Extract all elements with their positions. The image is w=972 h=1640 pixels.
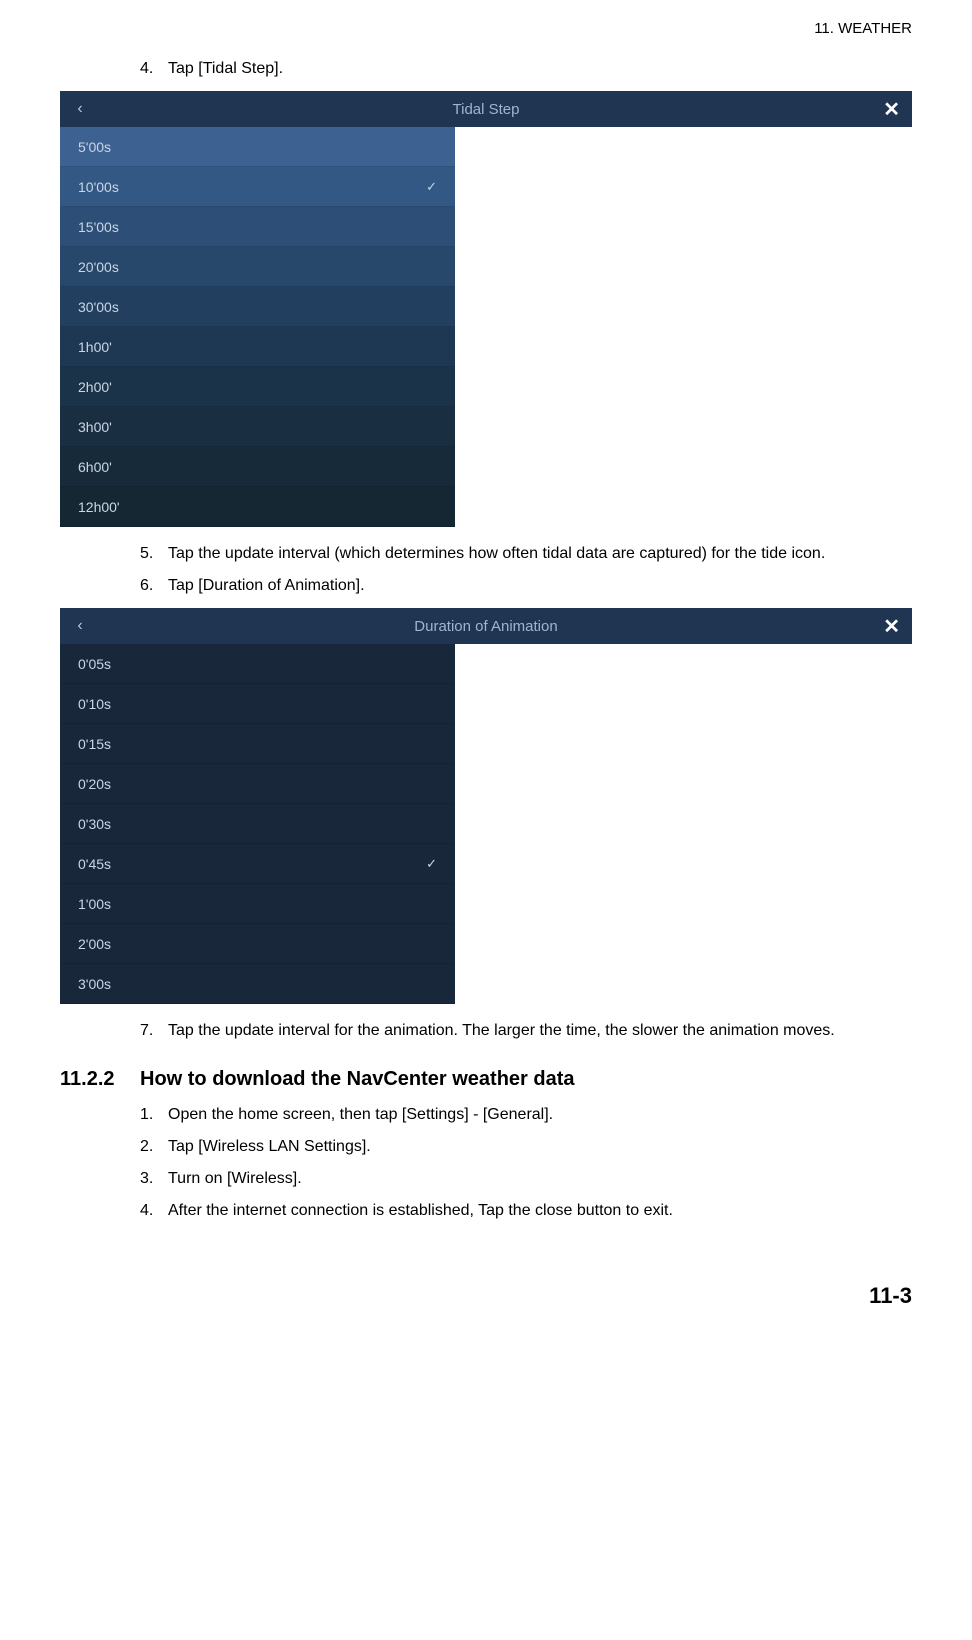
step-number: 6. xyxy=(140,574,168,598)
back-icon[interactable]: ‹ xyxy=(60,617,100,635)
list-item[interactable]: 0'15s xyxy=(60,724,455,764)
step-text: Open the home screen, then tap [Settings… xyxy=(168,1103,912,1127)
item-label: 5'00s xyxy=(78,139,111,155)
tidal-option-list: 5'00s 10'00s ✓ 15'00s 20'00s 30'00s 1h00… xyxy=(60,127,455,527)
step-text: Tap [Wireless LAN Settings]. xyxy=(168,1135,912,1159)
checkmark-icon: ✓ xyxy=(426,856,437,872)
step-text: Tap [Duration of Animation]. xyxy=(168,574,912,598)
panel-header: ‹ Duration of Animation ✕ xyxy=(60,608,912,644)
step-number: 4. xyxy=(140,1199,168,1223)
list-item[interactable]: 2'00s xyxy=(60,924,455,964)
list-item[interactable]: 0'45s ✓ xyxy=(60,844,455,884)
instruction-step: 3. Turn on [Wireless]. xyxy=(140,1167,912,1191)
item-label: 1'00s xyxy=(78,896,111,912)
step-text: Tap the update interval (which determine… xyxy=(168,542,912,566)
item-label: 0'05s xyxy=(78,656,111,672)
list-item[interactable]: 1'00s xyxy=(60,884,455,924)
list-item[interactable]: 0'30s xyxy=(60,804,455,844)
list-item[interactable]: 30'00s xyxy=(60,287,455,327)
list-item[interactable]: 12h00' xyxy=(60,487,455,527)
item-label: 2'00s xyxy=(78,936,111,952)
item-label: 10'00s xyxy=(78,179,119,195)
section-heading: 11.2.2 How to download the NavCenter wea… xyxy=(60,1068,912,1091)
list-item[interactable]: 15'00s xyxy=(60,207,455,247)
item-label: 30'00s xyxy=(78,299,119,315)
page-number: 11-3 xyxy=(60,1283,912,1309)
item-label: 12h00' xyxy=(78,499,120,515)
item-label: 6h00' xyxy=(78,459,112,475)
item-label: 0'30s xyxy=(78,816,111,832)
steps-block-b: 5. Tap the update interval (which determ… xyxy=(60,542,912,598)
item-label: 0'20s xyxy=(78,776,111,792)
section-number: 11.2.2 xyxy=(60,1068,140,1091)
step-text: After the internet connection is establi… xyxy=(168,1199,912,1223)
step-text: Tap [Tidal Step]. xyxy=(168,57,912,81)
instruction-step: 1. Open the home screen, then tap [Setti… xyxy=(140,1103,912,1127)
instruction-step: 6. Tap [Duration of Animation]. xyxy=(140,574,912,598)
instruction-step: 4. Tap [Tidal Step]. xyxy=(140,57,912,81)
list-item[interactable]: 10'00s ✓ xyxy=(60,167,455,207)
instruction-step: 7. Tap the update interval for the anima… xyxy=(140,1019,912,1043)
section-title: How to download the NavCenter weather da… xyxy=(140,1068,575,1091)
list-item[interactable]: 6h00' xyxy=(60,447,455,487)
chapter-header: 11. WEATHER xyxy=(60,20,912,37)
step-number: 3. xyxy=(140,1167,168,1191)
item-label: 3'00s xyxy=(78,976,111,992)
panel-header: ‹ Tidal Step ✕ xyxy=(60,91,912,127)
step-number: 7. xyxy=(140,1019,168,1043)
panel-title: Duration of Animation xyxy=(60,618,912,635)
item-label: 0'10s xyxy=(78,696,111,712)
list-item[interactable]: 1h00' xyxy=(60,327,455,367)
list-item[interactable]: 5'00s xyxy=(60,127,455,167)
section-steps: 1. Open the home screen, then tap [Setti… xyxy=(60,1103,912,1223)
step-number: 5. xyxy=(140,542,168,566)
steps-block-c: 7. Tap the update interval for the anima… xyxy=(60,1019,912,1043)
item-label: 15'00s xyxy=(78,219,119,235)
step-number: 1. xyxy=(140,1103,168,1127)
duration-option-list: 0'05s 0'10s 0'15s 0'20s 0'30s 0'45s ✓ 1'… xyxy=(60,644,455,1004)
item-label: 0'15s xyxy=(78,736,111,752)
item-label: 3h00' xyxy=(78,419,112,435)
duration-panel: ‹ Duration of Animation ✕ 0'05s 0'10s 0'… xyxy=(60,608,912,1004)
list-item[interactable]: 0'20s xyxy=(60,764,455,804)
close-icon[interactable]: ✕ xyxy=(883,97,900,122)
back-icon[interactable]: ‹ xyxy=(60,100,100,118)
list-item[interactable]: 0'10s xyxy=(60,684,455,724)
item-label: 20'00s xyxy=(78,259,119,275)
list-item[interactable]: 3h00' xyxy=(60,407,455,447)
step-text: Tap the update interval for the animatio… xyxy=(168,1019,912,1043)
list-item[interactable]: 2h00' xyxy=(60,367,455,407)
list-item[interactable]: 20'00s xyxy=(60,247,455,287)
step-number: 2. xyxy=(140,1135,168,1159)
close-icon[interactable]: ✕ xyxy=(883,614,900,639)
list-item[interactable]: 3'00s xyxy=(60,964,455,1004)
steps-block-a: 4. Tap [Tidal Step]. xyxy=(60,57,912,81)
checkmark-icon: ✓ xyxy=(426,179,437,195)
tidal-step-panel: ‹ Tidal Step ✕ 5'00s 10'00s ✓ 15'00s 20'… xyxy=(60,91,912,527)
item-label: 2h00' xyxy=(78,379,112,395)
panel-title: Tidal Step xyxy=(60,101,912,118)
step-number: 4. xyxy=(140,57,168,81)
item-label: 0'45s xyxy=(78,856,111,872)
step-text: Turn on [Wireless]. xyxy=(168,1167,912,1191)
instruction-step: 4. After the internet connection is esta… xyxy=(140,1199,912,1223)
item-label: 1h00' xyxy=(78,339,112,355)
list-item[interactable]: 0'05s xyxy=(60,644,455,684)
instruction-step: 2. Tap [Wireless LAN Settings]. xyxy=(140,1135,912,1159)
instruction-step: 5. Tap the update interval (which determ… xyxy=(140,542,912,566)
